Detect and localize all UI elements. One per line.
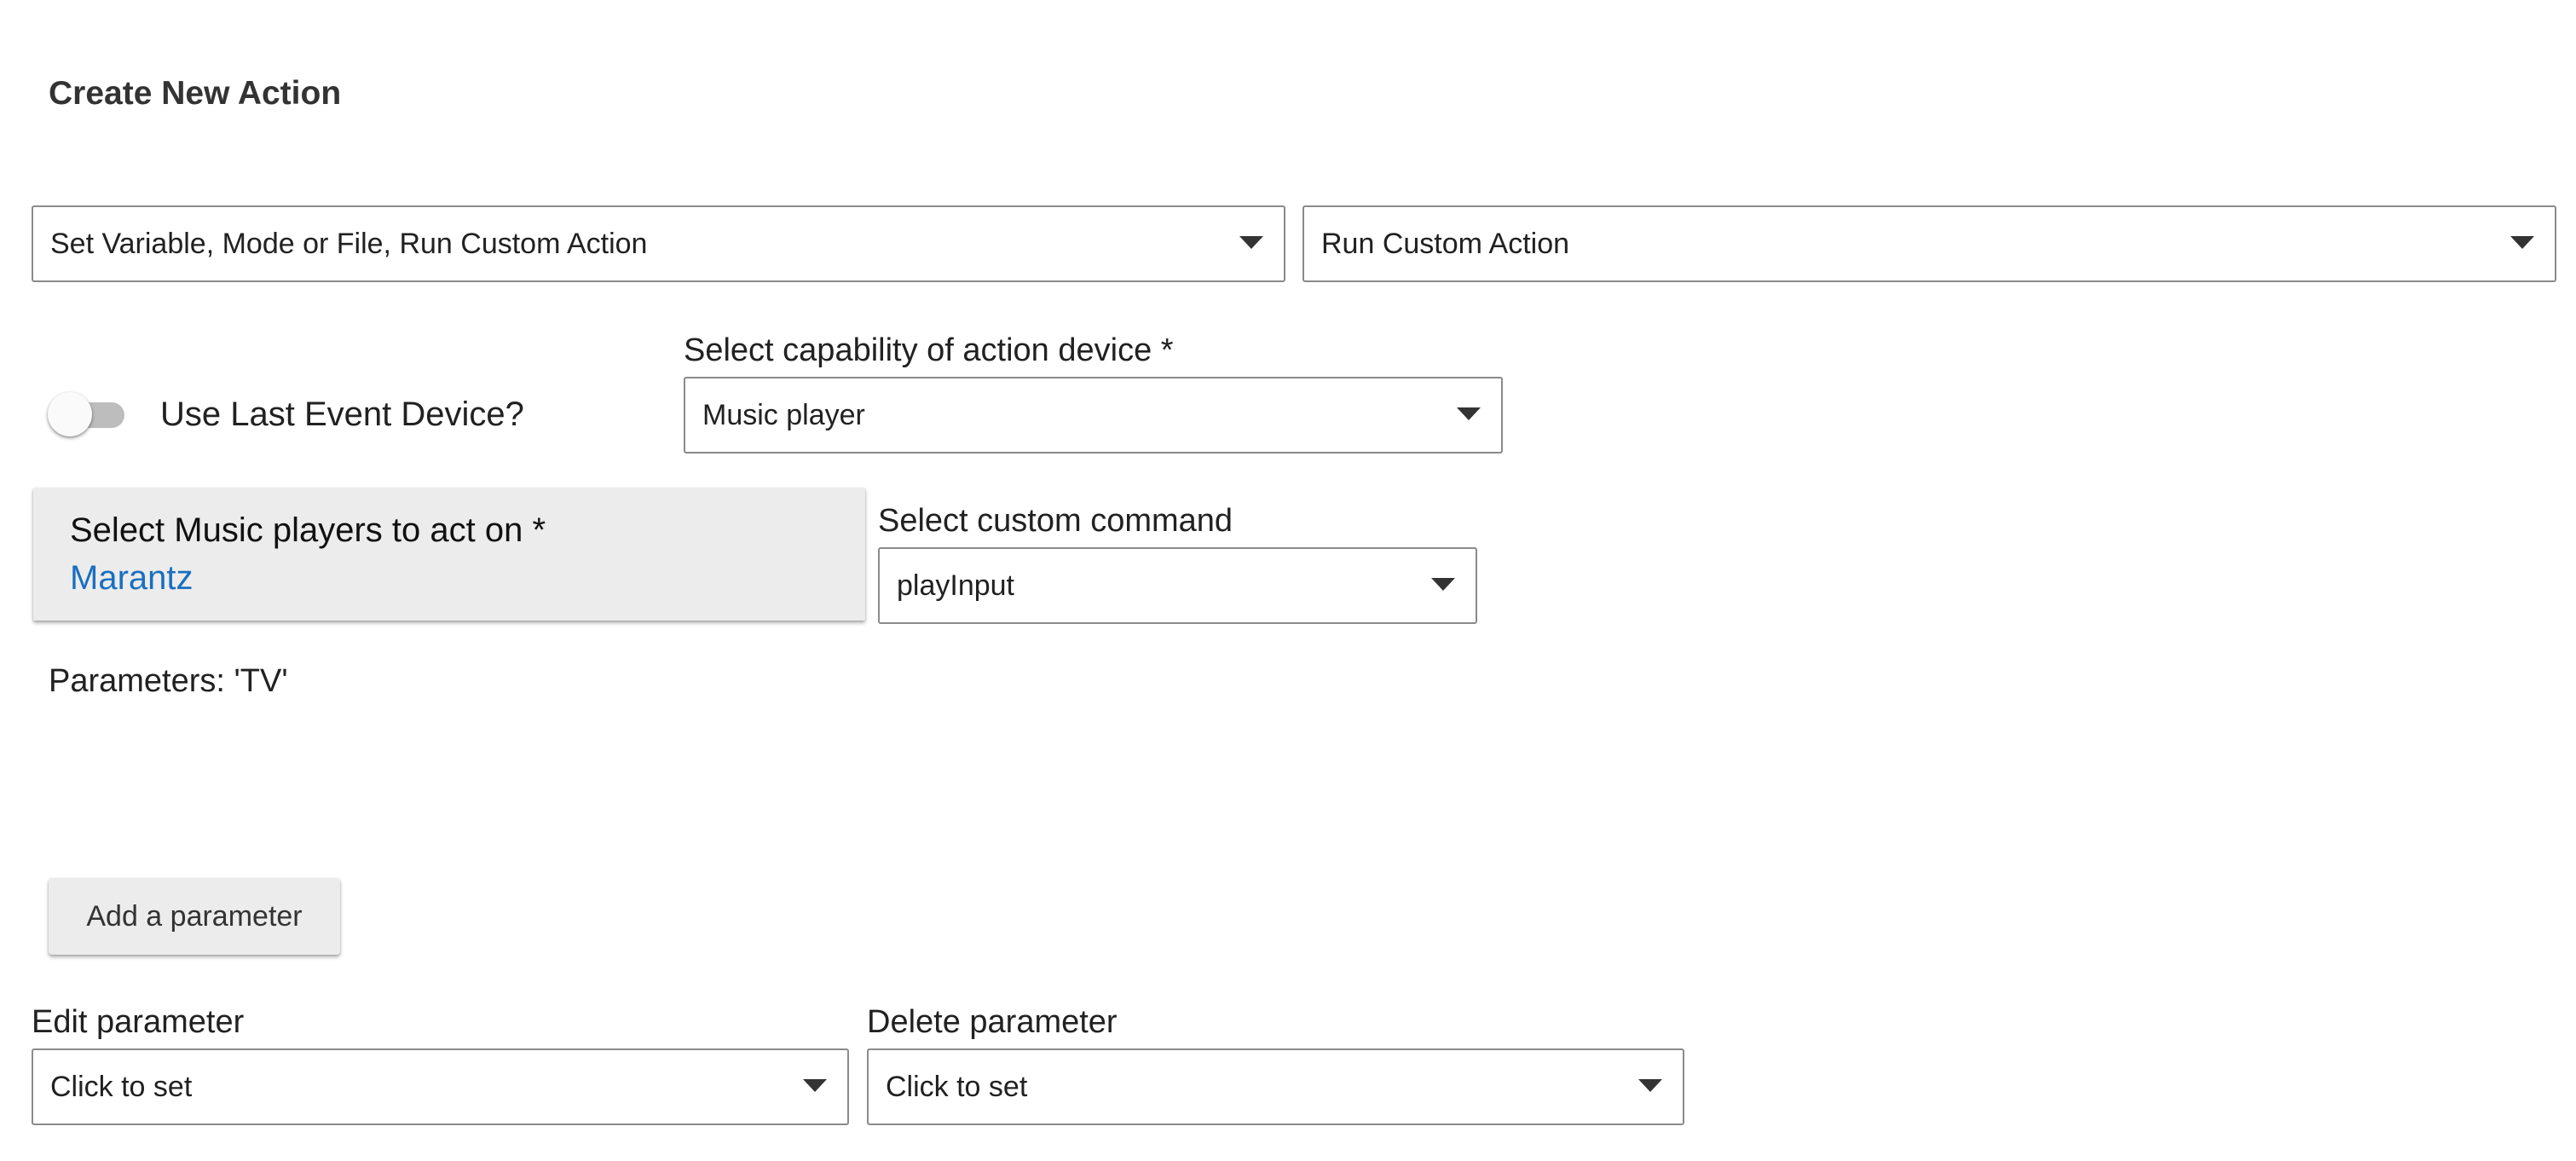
caret-down-icon [2510,236,2534,249]
action-type-select[interactable]: Run Custom Action [1302,205,2556,282]
action-type-value: Run Custom Action [1321,228,1570,260]
action-category-select[interactable]: Set Variable, Mode or File, Run Custom A… [32,205,1285,282]
custom-command-value: playInput [897,569,1014,602]
capability-select[interactable]: Music player [684,377,1503,453]
capability-value: Music player [702,399,865,431]
capability-label: Select capability of action device * [684,332,1174,368]
caret-down-icon [1431,578,1455,591]
use-last-event-device-toggle[interactable] [46,390,128,438]
edit-parameter-label: Edit parameter [32,1004,245,1040]
parameters-summary: Parameters: 'TV' [49,663,288,699]
custom-command-select[interactable]: playInput [878,547,1477,624]
edit-parameter-value: Click to set [50,1071,193,1103]
custom-command-label: Select custom command [878,503,1233,539]
toggle-knob [48,392,92,436]
selected-device-link[interactable]: Marantz [70,559,193,598]
music-players-device-selector[interactable]: Select Music players to act on * Marantz [33,488,865,621]
caret-down-icon [1239,236,1263,249]
delete-parameter-value: Click to set [886,1071,1028,1103]
delete-parameter-label: Delete parameter [867,1004,1118,1040]
caret-down-icon [1638,1079,1662,1092]
action-category-value: Set Variable, Mode or File, Run Custom A… [50,228,648,260]
device-selector-label: Select Music players to act on * [70,511,546,549]
caret-down-icon [1457,407,1481,420]
caret-down-icon [803,1079,827,1092]
delete-parameter-select[interactable]: Click to set [867,1048,1684,1125]
edit-parameter-select[interactable]: Click to set [32,1048,849,1125]
page-title: Create New Action [49,75,342,112]
use-last-event-device-label: Use Last Event Device? [160,396,524,433]
add-parameter-button[interactable]: Add a parameter [49,878,340,955]
